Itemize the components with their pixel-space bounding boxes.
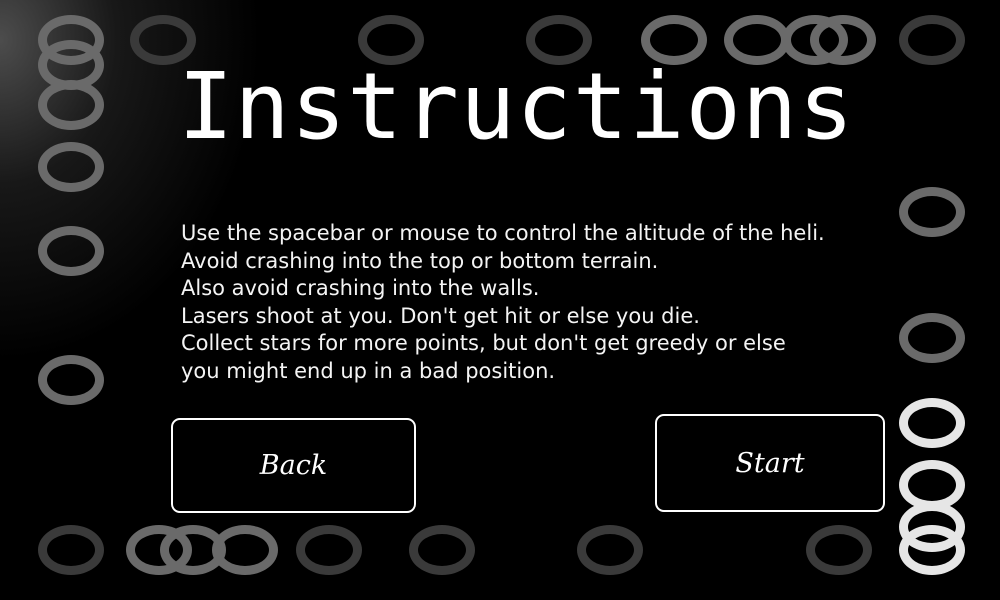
ring-obstacle: [296, 525, 362, 575]
ring-obstacle: [899, 15, 965, 65]
ring-obstacle: [38, 226, 104, 276]
ring-obstacle: [38, 142, 104, 192]
page-title: Instructions: [178, 53, 855, 160]
ring-obstacle: [899, 187, 965, 237]
instruction-line: Collect stars for more points, but don't…: [181, 331, 786, 355]
ring-obstacle: [899, 313, 965, 363]
ring-obstacle: [409, 525, 475, 575]
ring-obstacle: [577, 525, 643, 575]
ring-obstacle: [806, 525, 872, 575]
instruction-line: Avoid crashing into the top or bottom te…: [181, 248, 659, 273]
ring-obstacle: [38, 80, 104, 130]
instruction-line: you might end up in a bad position.: [181, 358, 556, 383]
instruction-line: Use the spacebar or mouse to control the…: [181, 221, 825, 245]
instructions-text: Use the spacebar or mouse to control the…: [181, 220, 901, 385]
instruction-line: Lasers shoot at you. Don't get hit or el…: [181, 303, 700, 328]
ring-obstacle: [899, 398, 965, 448]
ring-obstacle: [38, 525, 104, 575]
ring-obstacle: [899, 525, 965, 575]
back-button[interactable]: Back: [171, 418, 416, 513]
ring-obstacle: [212, 525, 278, 575]
start-button[interactable]: Start: [655, 414, 885, 512]
ring-obstacle: [38, 355, 104, 405]
instructions-screen: Instructions Use the spacebar or mouse t…: [0, 0, 1000, 600]
instruction-line: Also avoid crashing into the walls.: [181, 276, 540, 300]
